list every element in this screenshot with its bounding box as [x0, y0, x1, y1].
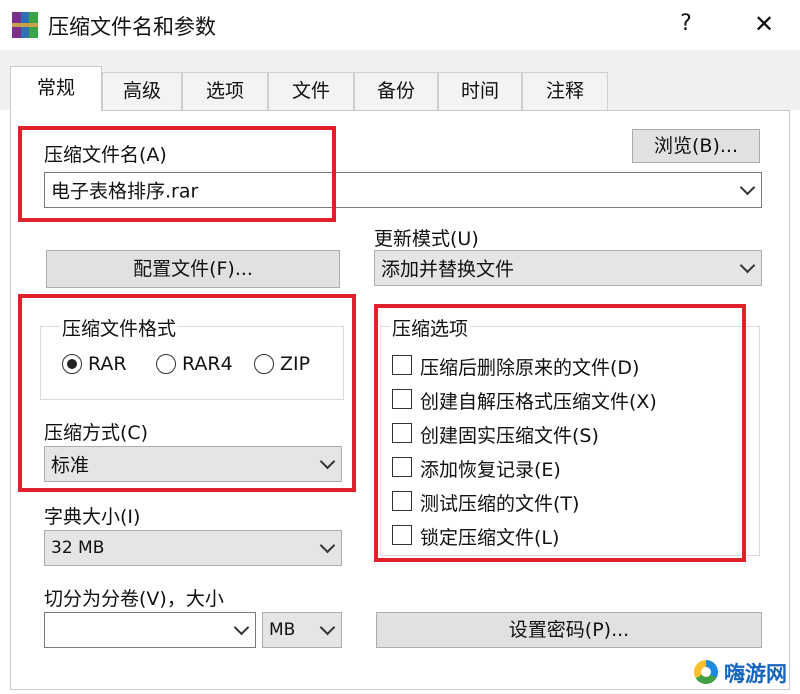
radio-zip-label[interactable]: ZIP — [280, 353, 310, 375]
checkbox-recovery-record-label[interactable]: 添加恢复记录(E) — [420, 455, 561, 482]
archive-name-label: 压缩文件名(A) — [44, 144, 167, 166]
checkbox-test-files[interactable] — [392, 491, 412, 511]
close-button[interactable]: ✕ — [748, 9, 780, 39]
radio-rar[interactable] — [62, 354, 82, 374]
dictionary-size-label: 字典大小(I) — [44, 506, 141, 528]
tab-advanced[interactable]: 高级 — [102, 72, 182, 110]
dictionary-size-select[interactable]: 32 MB — [44, 530, 342, 566]
checkbox-delete-after[interactable] — [392, 355, 412, 375]
update-mode-value: 添加并替换文件 — [381, 258, 515, 281]
checkbox-recovery-record[interactable] — [392, 457, 412, 477]
split-size-input[interactable] — [44, 612, 256, 648]
tab-comment[interactable]: 注释 — [522, 72, 608, 110]
radio-rar-label[interactable]: RAR — [88, 353, 127, 375]
chevron-down-icon[interactable] — [739, 257, 756, 274]
update-mode-select[interactable]: 添加并替换文件 — [374, 250, 762, 286]
checkbox-test-files-label[interactable]: 测试压缩的文件(T) — [420, 489, 579, 516]
chevron-down-icon[interactable] — [233, 619, 250, 636]
profiles-button[interactable]: 配置文件(F)... — [46, 250, 340, 288]
checkbox-lock-archive-label[interactable]: 锁定压缩文件(L) — [420, 523, 559, 550]
chevron-down-icon[interactable] — [319, 619, 336, 636]
tab-time[interactable]: 时间 — [438, 72, 522, 110]
checkbox-sfx-label[interactable]: 创建自解压格式压缩文件(X) — [420, 387, 657, 414]
archive-format-label: 压缩文件格式 — [60, 314, 179, 341]
radio-rar4-label[interactable]: RAR4 — [182, 353, 233, 375]
checkbox-solid-label[interactable]: 创建固实压缩文件(S) — [420, 421, 599, 448]
archiving-options-label: 压缩选项 — [390, 314, 471, 341]
split-unit-select[interactable]: MB — [262, 612, 342, 648]
winrar-icon — [12, 12, 38, 38]
split-unit-value: MB — [269, 620, 296, 640]
checkbox-delete-after-label[interactable]: 压缩后删除原来的文件(D) — [420, 353, 639, 380]
chevron-down-icon[interactable] — [319, 537, 336, 554]
watermark-text: 嗨游网 — [724, 662, 787, 686]
dictionary-size-value: 32 MB — [51, 538, 105, 558]
checkbox-sfx[interactable] — [392, 389, 412, 409]
tab-options[interactable]: 选项 — [182, 72, 268, 110]
help-button[interactable]: ? — [672, 9, 700, 39]
set-password-button[interactable]: 设置密码(P)... — [376, 612, 762, 648]
compression-method-label: 压缩方式(C) — [44, 422, 149, 444]
archive-name-value: 电子表格排序.rar — [51, 180, 199, 203]
tab-backup[interactable]: 备份 — [354, 72, 438, 110]
radio-zip[interactable] — [254, 354, 274, 374]
browse-button[interactable]: 浏览(B)... — [632, 129, 760, 163]
split-volumes-label: 切分为分卷(V)，大小 — [44, 588, 224, 610]
radio-rar4[interactable] — [156, 354, 176, 374]
window-title: 压缩文件名和参数 — [48, 15, 216, 39]
chevron-down-icon[interactable] — [739, 179, 756, 196]
update-mode-label: 更新模式(U) — [374, 228, 479, 250]
title-bar: 压缩文件名和参数 ? ✕ — [0, 0, 800, 50]
checkbox-lock-archive[interactable] — [392, 525, 412, 545]
archive-name-input[interactable]: 电子表格排序.rar — [44, 172, 762, 208]
compression-method-value: 标准 — [51, 454, 90, 477]
chevron-down-icon[interactable] — [319, 453, 336, 470]
compression-method-select[interactable]: 标准 — [44, 446, 342, 482]
tab-files[interactable]: 文件 — [268, 72, 354, 110]
checkbox-solid[interactable] — [392, 423, 412, 443]
tab-general[interactable]: 常规 — [10, 66, 102, 111]
logo-icon — [694, 660, 718, 684]
